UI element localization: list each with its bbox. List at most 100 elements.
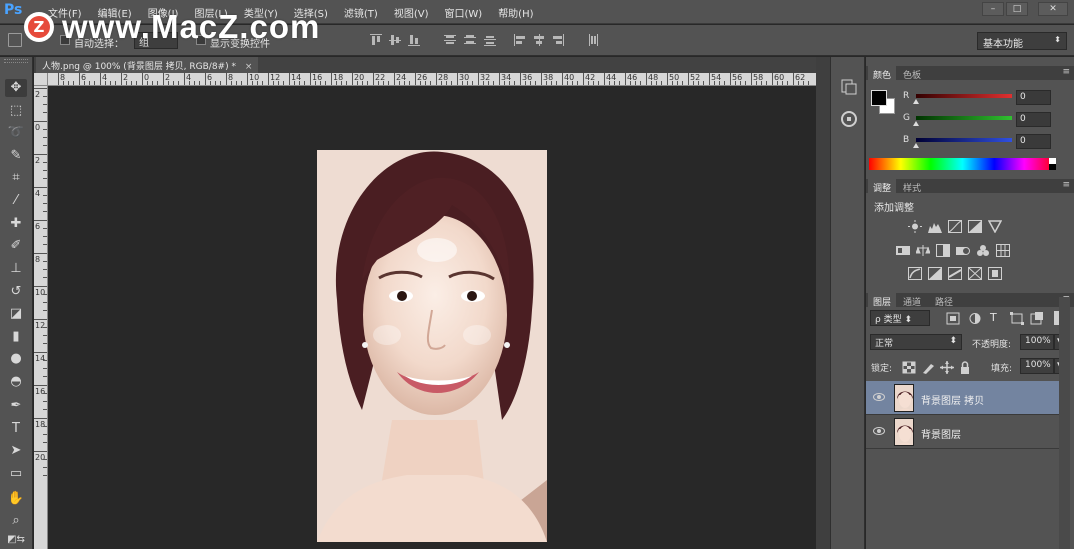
- black-white-swatch[interactable]: [1049, 158, 1056, 170]
- menu-window[interactable]: 窗口(W): [436, 5, 490, 20]
- swap-colors-icon[interactable]: ◩⇆: [5, 531, 27, 549]
- filter-type-icon[interactable]: T: [990, 311, 997, 324]
- filter-shape-icon[interactable]: [1010, 312, 1024, 325]
- filter-smart-object-icon[interactable]: [1030, 312, 1044, 325]
- brush-tool-icon[interactable]: ✐: [5, 237, 27, 255]
- filter-adjustment-icon[interactable]: [968, 312, 982, 325]
- lock-image-pixels-icon[interactable]: [922, 361, 936, 374]
- gradient-tool-icon[interactable]: ▮: [5, 328, 27, 346]
- channel-b-input[interactable]: 0: [1016, 134, 1051, 149]
- distribute-bottom-icon[interactable]: [482, 32, 498, 48]
- hue-saturation-icon[interactable]: [896, 244, 910, 257]
- channel-r-slider[interactable]: [916, 94, 1012, 98]
- menu-view[interactable]: 视图(V): [386, 5, 437, 20]
- lock-transparent-pixels-icon[interactable]: [902, 361, 916, 374]
- visibility-eye-icon[interactable]: [873, 393, 885, 401]
- tab-swatches[interactable]: 色板: [898, 66, 926, 81]
- zoom-tool-icon[interactable]: ⌕: [5, 512, 27, 530]
- channel-g-thumb[interactable]: [913, 121, 919, 126]
- align-hcenter-icon[interactable]: [531, 32, 547, 48]
- align-vcenter-icon[interactable]: [387, 32, 403, 48]
- hand-tool-icon[interactable]: ✋: [5, 490, 27, 508]
- black-white-icon[interactable]: [936, 244, 950, 257]
- channel-g-slider[interactable]: [916, 116, 1012, 120]
- color-spectrum-bar[interactable]: [869, 158, 1056, 170]
- channel-b-slider[interactable]: [916, 138, 1012, 142]
- blend-mode-dropdown[interactable]: 正常 ⬍: [870, 334, 962, 350]
- levels-icon[interactable]: [928, 220, 942, 233]
- crop-tool-icon[interactable]: ⌗: [5, 169, 27, 187]
- posterize-icon[interactable]: [928, 267, 942, 280]
- healing-brush-tool-icon[interactable]: ✚: [5, 215, 27, 233]
- distribute-horizontal-icon[interactable]: [586, 32, 602, 48]
- clone-stamp-tool-icon[interactable]: ⊥: [5, 260, 27, 278]
- lock-all-icon[interactable]: [958, 361, 972, 374]
- close-document-icon[interactable]: ×: [245, 62, 253, 72]
- align-top-icon[interactable]: [368, 32, 384, 48]
- tab-color[interactable]: 颜色: [868, 66, 897, 81]
- channel-g-input[interactable]: 0: [1016, 112, 1051, 127]
- layer-name[interactable]: 背景图层: [921, 426, 961, 441]
- vibrance-icon[interactable]: [988, 220, 1002, 233]
- curves-icon[interactable]: [948, 220, 962, 233]
- quick-select-tool-icon[interactable]: ✎: [5, 147, 27, 165]
- tab-channels[interactable]: 通道: [898, 293, 926, 308]
- layer-row[interactable]: 背景图层: [866, 415, 1059, 449]
- tab-paths[interactable]: 路径: [930, 293, 958, 308]
- tab-layers[interactable]: 图层: [868, 293, 897, 308]
- canvas-scrollbar[interactable]: [816, 57, 830, 549]
- color-lookup-icon[interactable]: [996, 244, 1010, 257]
- marquee-tool-icon[interactable]: ⬚: [5, 102, 27, 120]
- brightness-contrast-icon[interactable]: [908, 220, 922, 233]
- ruler-origin[interactable]: [34, 73, 48, 86]
- workspace-dropdown[interactable]: 基本功能 ⬍: [977, 32, 1067, 50]
- visibility-eye-icon[interactable]: [873, 427, 885, 435]
- align-bottom-icon[interactable]: [406, 32, 422, 48]
- tab-styles[interactable]: 样式: [898, 179, 926, 194]
- menu-help[interactable]: 帮助(H): [490, 5, 541, 20]
- panel-menu-icon[interactable]: ≡: [1062, 67, 1070, 77]
- channel-mixer-icon[interactable]: [976, 244, 990, 257]
- channel-r-thumb[interactable]: [913, 99, 919, 104]
- history-panel-icon[interactable]: [839, 77, 859, 97]
- lasso-tool-icon[interactable]: ➰: [5, 124, 27, 142]
- channel-b-thumb[interactable]: [913, 143, 919, 148]
- filter-pixel-icon[interactable]: [946, 312, 960, 325]
- ruler-vertical[interactable]: 2 0 2 4 6 8 10 12 14 16 18 20: [34, 86, 48, 549]
- document-image[interactable]: [317, 150, 547, 542]
- eyedropper-tool-icon[interactable]: ⁄: [5, 192, 27, 210]
- opacity-input[interactable]: 100%: [1020, 334, 1054, 350]
- distribute-top-icon[interactable]: [442, 32, 458, 48]
- layer-name[interactable]: 背景图层 拷贝: [921, 392, 984, 407]
- selective-color-icon[interactable]: [988, 267, 1002, 280]
- threshold-icon[interactable]: [948, 267, 962, 280]
- align-left-icon[interactable]: [512, 32, 528, 48]
- layer-filter-dropdown[interactable]: ρ 类型 ⬍: [870, 310, 930, 326]
- document-tab[interactable]: 人物.png @ 100% (背景图层 拷贝, RGB/8#) * ×: [36, 57, 259, 73]
- menu-filter[interactable]: 滤镜(T): [336, 5, 386, 20]
- exposure-icon[interactable]: [968, 220, 982, 233]
- layers-scrollbar[interactable]: [1059, 297, 1070, 549]
- minimize-icon[interactable]: –: [982, 2, 1004, 16]
- tab-adjustments[interactable]: 调整: [868, 179, 897, 194]
- gradient-map-icon[interactable]: [968, 267, 982, 280]
- invert-icon[interactable]: [908, 267, 922, 280]
- type-tool-icon[interactable]: T: [5, 420, 27, 438]
- history-brush-tool-icon[interactable]: ↺: [5, 283, 27, 301]
- layer-row[interactable]: 背景图层 拷贝: [866, 381, 1059, 415]
- rectangle-tool-icon[interactable]: ▭: [5, 465, 27, 483]
- panel-menu-icon[interactable]: ≡: [1062, 180, 1070, 190]
- canvas-area[interactable]: [49, 87, 816, 549]
- channel-r-input[interactable]: 0: [1016, 90, 1051, 105]
- properties-panel-icon[interactable]: [839, 109, 859, 129]
- distribute-vcenter-icon[interactable]: [462, 32, 478, 48]
- eraser-tool-icon[interactable]: ◪: [5, 305, 27, 323]
- ruler-horizontal[interactable]: 8 6 4 2 0 2 4 6 8 10 12 14 16 18 20 22 24 26 28 30 32 34 36 38 4…: [48, 73, 816, 86]
- dodge-tool-icon[interactable]: ◓: [5, 373, 27, 391]
- panel-grip-icon[interactable]: [4, 59, 28, 63]
- photo-filter-icon[interactable]: [956, 244, 970, 257]
- move-tool-preset-icon[interactable]: [8, 33, 22, 47]
- restore-icon[interactable]: □: [1006, 2, 1028, 16]
- close-icon[interactable]: ✕: [1038, 2, 1068, 16]
- blur-tool-icon[interactable]: ●: [5, 350, 27, 368]
